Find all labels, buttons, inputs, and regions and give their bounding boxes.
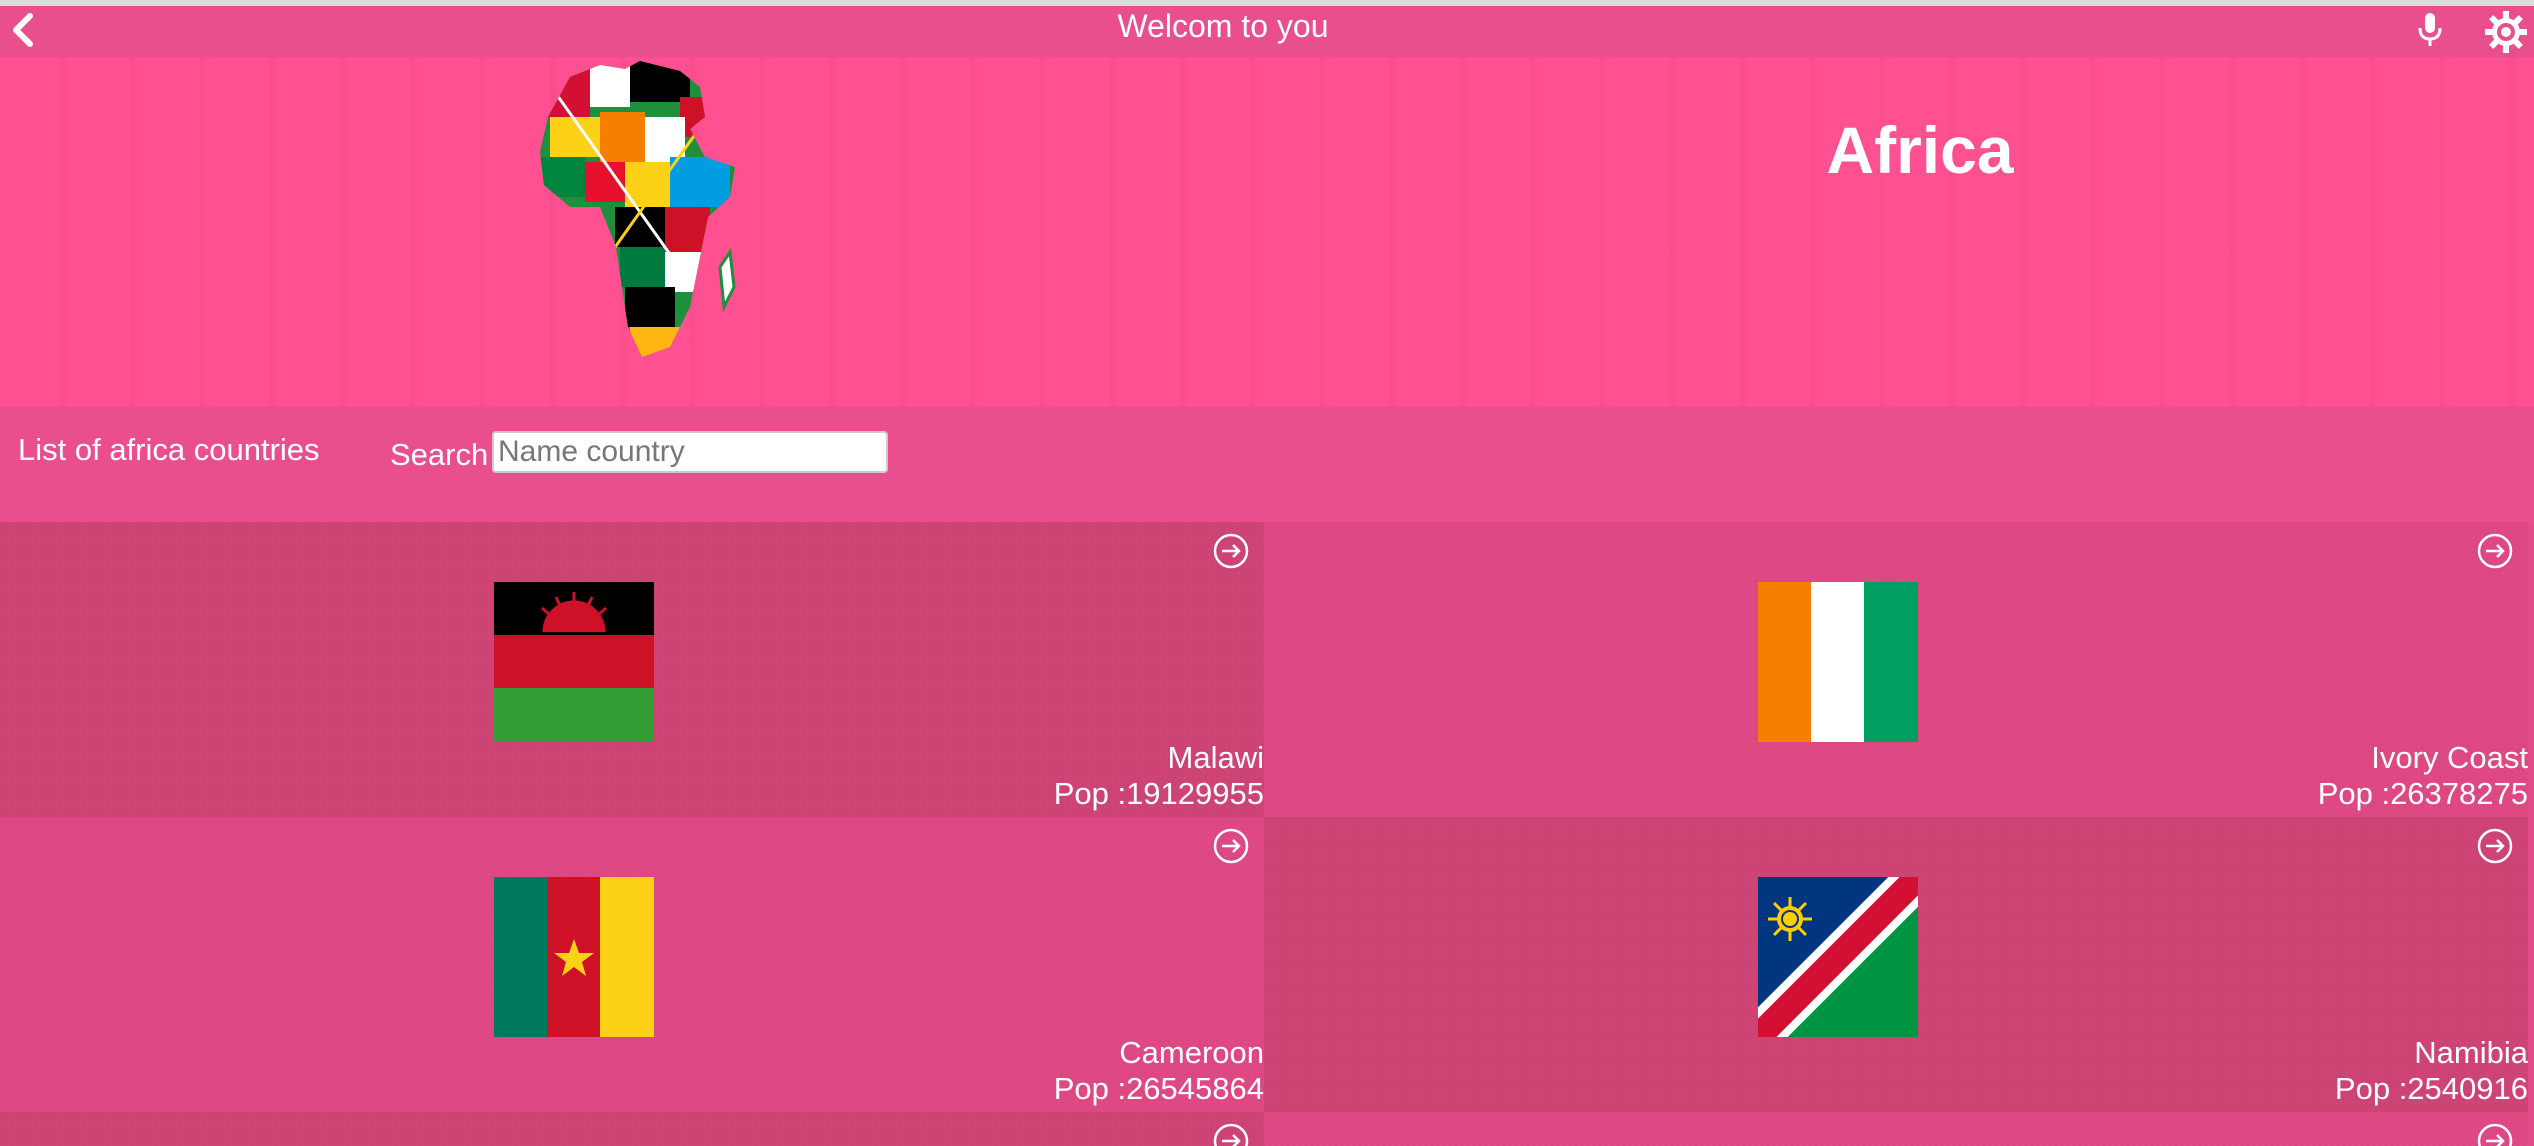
country-card-cameroon[interactable]: Cameroon Pop :26545864 [0,817,1264,1112]
arrow-right-circle-icon[interactable] [1212,827,1250,865]
search-label: Search [390,437,489,472]
microphone-button[interactable] [2410,10,2450,50]
arrow-right-circle-icon[interactable] [1212,1122,1250,1146]
country-name: Ivory Coast [2371,740,2528,775]
arrow-right-circle-icon[interactable] [2476,532,2514,570]
country-card-malawi[interactable]: Malawi Pop :19129955 [0,522,1264,817]
arrow-right-circle-icon[interactable] [2476,827,2514,865]
namibia-flag-icon [1758,877,1918,1037]
gear-icon [2485,11,2527,53]
africa-flags-map-image [540,61,736,357]
cameroon-flag-icon [494,877,654,1037]
microphone-icon [2418,13,2442,46]
country-grid: Malawi Pop :19129955 Ivory Coast Pop :26… [0,522,2534,1146]
list-heading: List of africa countries [18,432,320,467]
malawi-flag-icon [494,582,654,742]
country-card-partial[interactable] [0,1112,1264,1146]
search-input[interactable] [492,431,888,473]
country-name: Namibia [2414,1035,2528,1070]
country-population: Pop :19129955 [1053,776,1264,811]
continent-banner: Africa [0,57,2534,407]
country-name: Cameroon [1119,1035,1264,1070]
arrow-right-circle-icon[interactable] [2476,1122,2514,1146]
country-population: Pop :26545864 [1053,1071,1264,1106]
list-toolbar: List of africa countries Search [0,407,2534,522]
arrow-right-circle-icon[interactable] [1212,532,1250,570]
header-title: Welcom to you [1117,8,1329,44]
country-population: Pop :2540916 [2334,1071,2528,1106]
continent-title: Africa [1826,113,2014,187]
country-card-partial[interactable] [1264,1112,2528,1146]
header-bar: Welcom to you [0,6,2534,57]
settings-button[interactable] [2484,10,2528,54]
ivory-coast-flag-icon [1758,582,1918,742]
country-name: Malawi [1167,740,1264,775]
country-population: Pop :26378275 [2317,776,2528,811]
country-card-namibia[interactable]: Namibia Pop :2540916 [1264,817,2528,1112]
country-card-ivory-coast[interactable]: Ivory Coast Pop :26378275 [1264,522,2528,817]
